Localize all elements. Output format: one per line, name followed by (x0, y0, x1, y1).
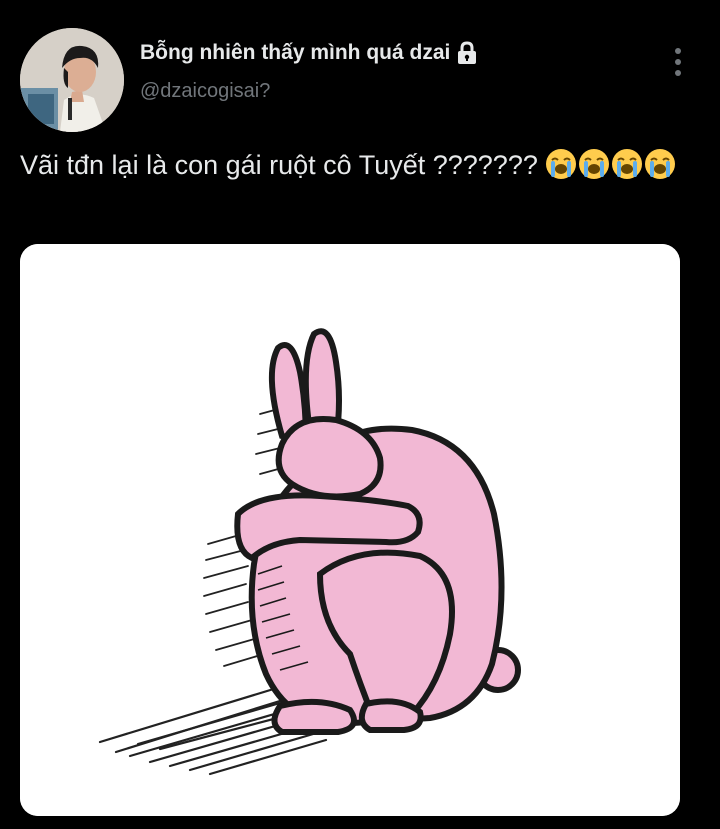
more-dot (675, 59, 681, 65)
lock-icon (456, 41, 478, 65)
loudly-crying-face-icon (644, 148, 676, 180)
tweet-text: Vãi tđn lại là con gái ruột cô Tuyết ???… (20, 146, 710, 184)
display-name[interactable]: Bỗng nhiên thấy mình quá dzai (140, 41, 450, 65)
more-dot (675, 48, 681, 54)
loudly-crying-face-icon (545, 148, 577, 180)
avatar[interactable] (20, 28, 124, 132)
loudly-crying-face-icon (611, 148, 643, 180)
tweet-text-content: Vãi tđn lại là con gái ruột cô Tuyết ???… (20, 150, 538, 180)
pink-rabbit-illustration (20, 244, 680, 816)
media-image[interactable] (20, 244, 680, 816)
handle[interactable]: @dzaicogisai? (140, 80, 270, 103)
tweet: Bỗng nhiên thấy mình quá dzai @dzaicogis… (0, 0, 720, 829)
loudly-crying-face-icon (578, 148, 610, 180)
more-dot (675, 70, 681, 76)
more-vertical-icon[interactable] (664, 44, 692, 80)
display-name-row: Bỗng nhiên thấy mình quá dzai (140, 36, 478, 70)
